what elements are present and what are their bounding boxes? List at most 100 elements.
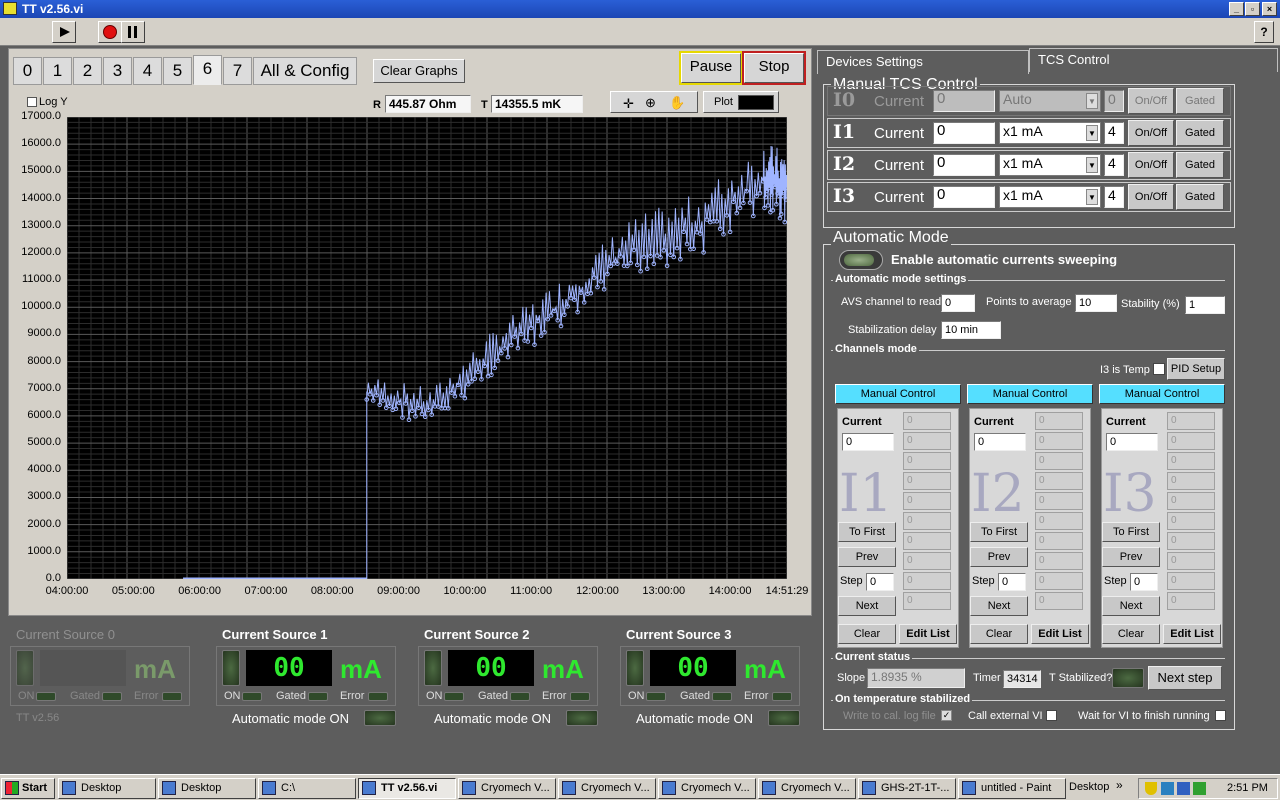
prev-button[interactable]: Prev — [838, 547, 896, 567]
tab-4[interactable]: 4 — [133, 57, 162, 85]
tab-tcs-control[interactable]: TCS Control — [1029, 48, 1278, 72]
write-log-checkbox[interactable]: ✓ — [941, 710, 952, 721]
taskbar-item[interactable]: Desktop — [158, 778, 256, 799]
pause-button[interactable]: Pause — [679, 51, 743, 85]
gain-input[interactable]: 4 — [1104, 154, 1124, 176]
to-first-button[interactable]: To First — [838, 522, 896, 542]
tab-all-config[interactable]: All & Config — [253, 57, 357, 85]
edit-list-button[interactable]: Edit List — [1031, 624, 1089, 644]
avs-channel-input[interactable]: 0 — [941, 294, 975, 312]
taskbar-item[interactable]: TT v2.56.vi — [358, 778, 456, 799]
taskbar-item[interactable]: Cryomech V... — [458, 778, 556, 799]
pause-toolbar-button[interactable] — [121, 21, 145, 43]
graph-palette[interactable]: ✛ ⊕ ✋ — [610, 91, 698, 113]
tab-3[interactable]: 3 — [103, 57, 132, 85]
onoff-button[interactable]: On/Off — [1128, 152, 1174, 178]
stabilization-delay-input[interactable]: 10 min — [941, 321, 1001, 339]
taskbar-item[interactable]: C:\ — [258, 778, 356, 799]
pan-hand-icon[interactable]: ✋ — [669, 95, 685, 111]
onoff-button[interactable]: On/Off — [1128, 120, 1174, 146]
dropdown-arrow-icon[interactable]: ▼ — [1086, 125, 1098, 141]
minimize-button[interactable]: _ — [1229, 2, 1244, 16]
range-select[interactable]: x1 mA ▼ — [999, 186, 1101, 208]
onoff-button[interactable]: On/Off — [1128, 184, 1174, 210]
dropdown-arrow-icon[interactable]: ▼ — [1086, 157, 1098, 173]
wait-vi-checkbox[interactable] — [1215, 710, 1226, 721]
channel-mode-button[interactable]: Manual Control — [1099, 384, 1225, 404]
channel-mode-button[interactable]: Manual Control — [967, 384, 1093, 404]
gain-input[interactable]: 4 — [1104, 122, 1124, 144]
channel-current-input[interactable]: 0 — [974, 433, 1026, 451]
tab-7[interactable]: 7 — [223, 57, 252, 85]
crosshair-icon[interactable]: ✛ — [623, 96, 634, 112]
stability-input[interactable]: 1 — [1185, 296, 1225, 314]
channel-current-input[interactable]: 0 — [1106, 433, 1158, 451]
log-y-checkbox[interactable] — [27, 97, 37, 107]
clear-button[interactable]: Clear — [1102, 624, 1160, 644]
current-input[interactable]: 0 — [933, 154, 995, 176]
current-input[interactable]: 0 — [933, 186, 995, 208]
abort-button[interactable] — [98, 21, 122, 43]
pid-setup-button[interactable]: PID Setup — [1167, 358, 1225, 380]
taskbar-item[interactable]: Cryomech V... — [558, 778, 656, 799]
chevron-right-icon[interactable]: » — [1116, 778, 1123, 792]
to-first-button[interactable]: To First — [1102, 522, 1160, 542]
tab-2[interactable]: 2 — [73, 57, 102, 85]
clear-graphs-button[interactable]: Clear Graphs — [373, 59, 465, 83]
taskbar-item[interactable]: GHS-2T-1T-... — [858, 778, 956, 799]
step-input[interactable]: 0 — [866, 573, 894, 591]
next-button[interactable]: Next — [838, 596, 896, 616]
tab-1[interactable]: 1 — [43, 57, 72, 85]
taskbar-item[interactable]: Desktop — [58, 778, 156, 799]
desktop-toolbar-label[interactable]: Desktop — [1069, 781, 1109, 793]
range-select[interactable]: x1 mA ▼ — [999, 122, 1101, 144]
list-value: 0 — [1167, 512, 1215, 530]
gated-button[interactable]: Gated — [1176, 152, 1224, 178]
time-series-chart[interactable] — [67, 117, 787, 579]
gated-button[interactable]: Gated — [1176, 184, 1224, 210]
range-select[interactable]: x1 mA ▼ — [999, 154, 1101, 176]
tab-0[interactable]: 0 — [13, 57, 42, 85]
tab-devices-settings[interactable]: Devices Settings — [817, 50, 1029, 74]
next-button[interactable]: Next — [970, 596, 1028, 616]
plot-legend-button[interactable]: Plot — [703, 91, 779, 113]
stop-button[interactable]: Stop — [742, 51, 806, 85]
current-input[interactable]: 0 — [933, 122, 995, 144]
update-icon[interactable] — [1193, 782, 1206, 795]
clear-button[interactable]: Clear — [838, 624, 896, 644]
chart-plot-area[interactable] — [67, 117, 787, 579]
zoom-icon[interactable]: ⊕ — [645, 95, 656, 111]
dropdown-arrow-icon[interactable]: ▼ — [1086, 189, 1098, 205]
prev-button[interactable]: Prev — [1102, 547, 1160, 567]
taskbar-item[interactable]: Cryomech V... — [658, 778, 756, 799]
run-arrow-button[interactable] — [52, 21, 76, 43]
shield-icon[interactable] — [1145, 782, 1157, 795]
channel-current-input[interactable]: 0 — [842, 433, 894, 451]
taskbar-item[interactable]: untitled - Paint — [958, 778, 1066, 799]
clear-button[interactable]: Clear — [970, 624, 1028, 644]
enable-sweep-toggle[interactable] — [839, 250, 883, 270]
prev-button[interactable]: Prev — [970, 547, 1028, 567]
gain-input[interactable]: 4 — [1104, 186, 1124, 208]
maximize-button[interactable]: ▫ — [1245, 2, 1260, 16]
step-input[interactable]: 0 — [1130, 573, 1158, 591]
taskbar-item[interactable]: Cryomech V... — [758, 778, 856, 799]
tab-6[interactable]: 6 — [193, 55, 222, 85]
gated-button[interactable]: Gated — [1176, 120, 1224, 146]
to-first-button[interactable]: To First — [970, 522, 1028, 542]
points-average-input[interactable]: 10 — [1075, 294, 1117, 312]
next-button[interactable]: Next — [1102, 596, 1160, 616]
start-button[interactable]: Start — [1, 778, 55, 799]
next-step-button[interactable]: Next step — [1148, 666, 1222, 690]
edit-list-button[interactable]: Edit List — [1163, 624, 1221, 644]
channel-mode-button[interactable]: Manual Control — [835, 384, 961, 404]
close-button[interactable]: × — [1262, 2, 1277, 16]
i3-is-temp-checkbox[interactable] — [1153, 363, 1165, 375]
monitor-icon[interactable] — [1177, 782, 1190, 795]
tab-5[interactable]: 5 — [163, 57, 192, 85]
help-button[interactable]: ? — [1254, 21, 1274, 43]
step-input[interactable]: 0 — [998, 573, 1026, 591]
call-vi-checkbox[interactable] — [1046, 710, 1057, 721]
edit-list-button[interactable]: Edit List — [899, 624, 957, 644]
network-icon[interactable] — [1161, 782, 1174, 795]
